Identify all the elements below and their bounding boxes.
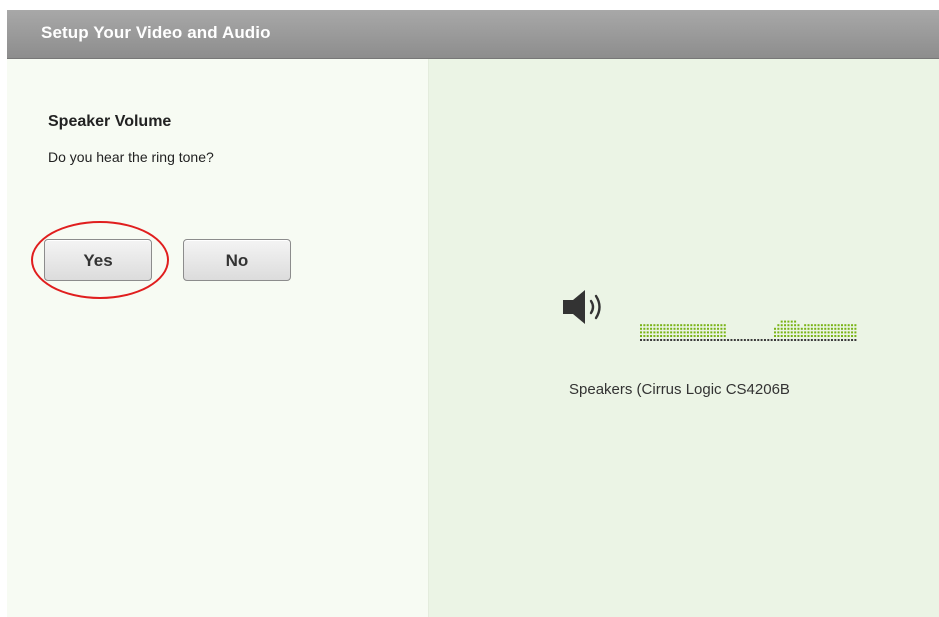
setup-dialog: Setup Your Video and Audio Speaker Volum… (7, 10, 939, 617)
speaker-device-name: Speakers (Cirrus Logic CS4206B (569, 381, 790, 398)
section-title: Speaker Volume (48, 113, 172, 130)
dialog-title: Setup Your Video and Audio (41, 23, 271, 42)
speaker-level-meter (640, 320, 857, 341)
no-button[interactable]: No (183, 239, 291, 281)
ring-tone-question: Do you hear the ring tone? (48, 149, 214, 165)
speaker-preview-pane: Speakers (Cirrus Logic CS4206B (429, 59, 939, 617)
speaker-volume-icon (563, 290, 601, 324)
speaker-test-pane: Speaker Volume Do you hear the ring tone… (7, 59, 429, 617)
dialog-titlebar: Setup Your Video and Audio (7, 10, 939, 59)
yes-button[interactable]: Yes (44, 239, 152, 281)
